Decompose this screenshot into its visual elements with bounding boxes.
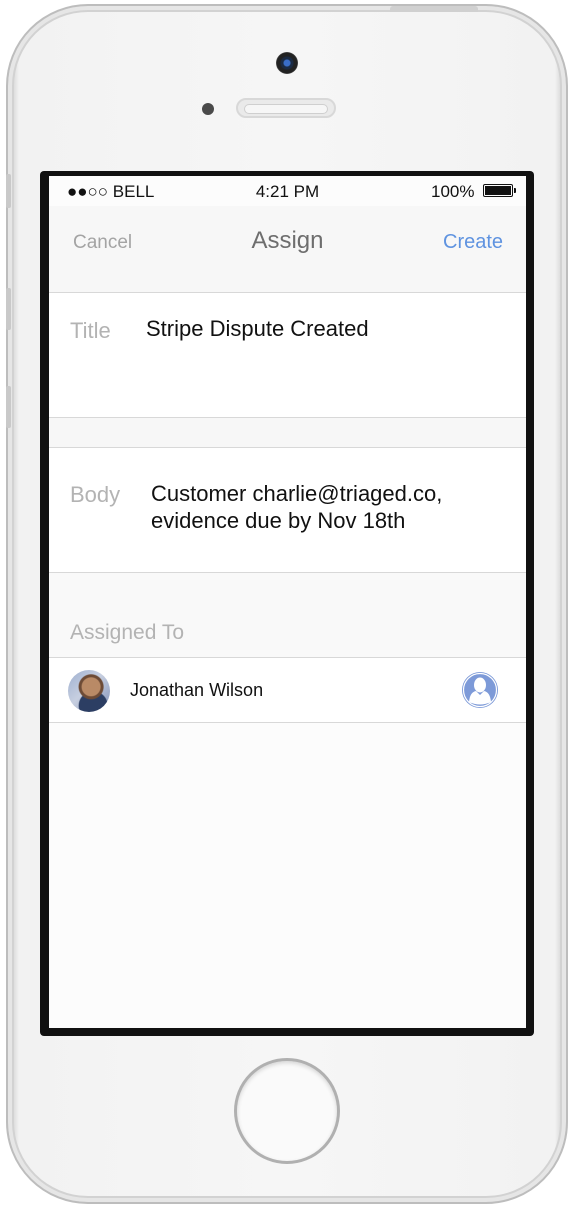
volume-up-button bbox=[6, 288, 11, 330]
title-label: Title bbox=[70, 318, 111, 343]
body-field[interactable]: Body Customer charlie@triaged.co, eviden… bbox=[49, 448, 526, 573]
status-bar: ●●○○ BELL 4:21 PM 100% bbox=[49, 176, 526, 206]
body-value-line-1[interactable]: Customer charlie@triaged.co, bbox=[151, 480, 442, 507]
body-value-line-2[interactable]: evidence due by Nov 18th bbox=[151, 507, 405, 534]
avatar bbox=[68, 670, 110, 712]
app-screen: ●●○○ BELL 4:21 PM 100% Cancel Assign Cre… bbox=[49, 176, 526, 1028]
battery-icon bbox=[483, 184, 516, 197]
front-camera bbox=[276, 52, 298, 74]
earpiece-speaker bbox=[236, 98, 336, 118]
title-field[interactable]: Title Stripe Dispute Created bbox=[49, 293, 526, 418]
proximity-sensor bbox=[202, 103, 214, 115]
power-button bbox=[390, 6, 478, 12]
title-value[interactable]: Stripe Dispute Created bbox=[146, 315, 369, 342]
person-icon[interactable] bbox=[461, 671, 499, 709]
battery-percentage: 100% bbox=[431, 182, 475, 201]
section-spacer bbox=[49, 272, 526, 293]
empty-content-area bbox=[49, 723, 526, 1028]
mute-switch bbox=[6, 174, 11, 208]
home-button[interactable] bbox=[234, 1058, 340, 1164]
create-button[interactable]: Create bbox=[443, 231, 503, 254]
assignee-row[interactable]: Jonathan Wilson bbox=[49, 658, 526, 723]
section-spacer bbox=[49, 418, 526, 448]
assignee-name: Jonathan Wilson bbox=[130, 680, 264, 700]
assigned-to-label: Assigned To bbox=[70, 621, 185, 644]
body-label: Body bbox=[70, 482, 121, 507]
assigned-to-header: Assigned To bbox=[49, 573, 526, 658]
volume-down-button bbox=[6, 386, 11, 428]
